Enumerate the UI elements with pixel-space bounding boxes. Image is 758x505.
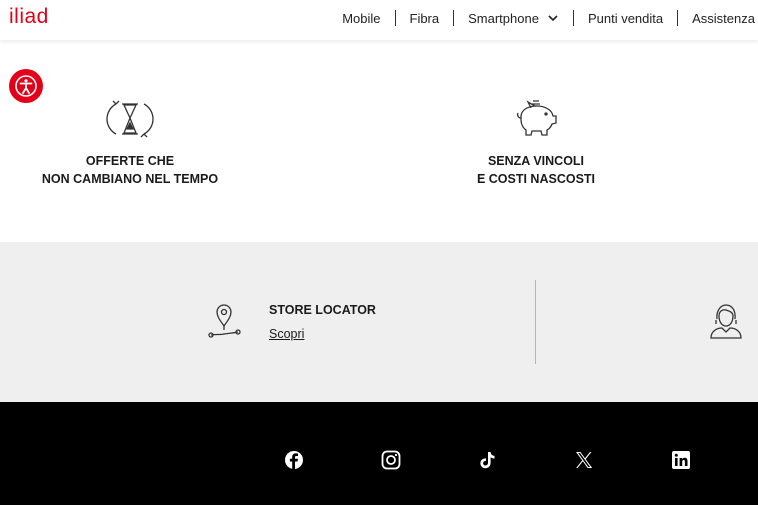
tiktok-icon[interactable] <box>476 449 498 471</box>
section-divider <box>535 280 536 364</box>
nav-label: Fibra <box>409 10 440 26</box>
feature-title: SENZA VINCOLI E COSTI NASCOSTI <box>436 152 636 188</box>
support-agent-icon[interactable] <box>708 302 744 340</box>
store-locator-link[interactable]: Scopri <box>269 327 304 341</box>
nav-item-assistenza[interactable]: Assistenza <box>678 0 758 36</box>
map-pin-icon <box>208 304 241 338</box>
store-locator-title: STORE LOCATOR <box>269 303 376 317</box>
feature-offerte: OFFERTE CHE NON CAMBIANO NEL TEMPO <box>30 98 230 188</box>
site-header: iliad Mobile Fibra Smartphone Punti vend… <box>0 0 758 40</box>
accessibility-button[interactable] <box>9 69 43 103</box>
linkedin-icon[interactable] <box>670 449 692 471</box>
nav-label: Smartphone <box>468 10 539 26</box>
piggy-bank-icon <box>516 100 557 136</box>
store-section: STORE LOCATOR Scopri <box>0 242 758 402</box>
nav-label: Punti vendita <box>587 10 664 26</box>
iliad-logo[interactable]: iliad <box>9 5 49 29</box>
feature-line: OFFERTE CHE <box>85 154 175 168</box>
nav-label: Assistenza <box>692 10 755 26</box>
chevron-down-icon <box>548 15 558 22</box>
accessibility-icon <box>15 75 37 97</box>
nav-item-mobile[interactable]: Mobile <box>328 0 394 36</box>
feature-line: SENZA VINCOLI <box>487 154 585 168</box>
facebook-icon[interactable] <box>283 449 305 471</box>
nav-item-punti-vendita[interactable]: Punti vendita <box>574 0 677 36</box>
feature-vincoli: SENZA VINCOLI E COSTI NASCOSTI <box>436 98 636 188</box>
site-footer <box>0 402 758 505</box>
main-nav: Mobile Fibra Smartphone Punti vendita As… <box>328 0 758 36</box>
instagram-icon[interactable] <box>380 449 402 471</box>
nav-label: Mobile <box>342 10 381 26</box>
features-section: OFFERTE CHE NON CAMBIANO NEL TEMPO SENZA… <box>0 40 758 242</box>
nav-item-smartphone[interactable]: Smartphone <box>454 0 573 36</box>
feature-line: NON CAMBIANO NEL TEMPO <box>41 172 219 186</box>
x-icon[interactable] <box>573 449 595 471</box>
hourglass-icon <box>106 100 154 138</box>
nav-item-fibra[interactable]: Fibra <box>396 0 454 36</box>
feature-line: E COSTI NASCOSTI <box>476 172 596 186</box>
feature-title: OFFERTE CHE NON CAMBIANO NEL TEMPO <box>30 152 230 188</box>
